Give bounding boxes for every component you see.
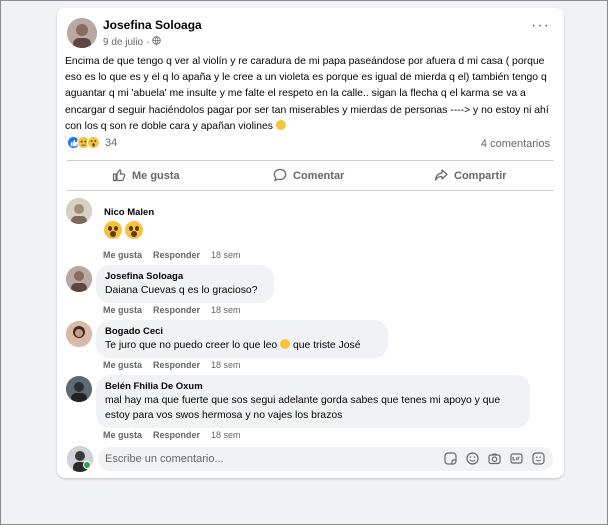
comment-button[interactable]: Comentar [273, 167, 344, 185]
comment-label: Comentar [293, 170, 345, 182]
comment-item: Nico Malen [104, 206, 154, 239]
gif-icon[interactable] [510, 452, 523, 468]
sticker-icon[interactable] [444, 452, 457, 468]
comment-time[interactable]: 18 sem [211, 250, 241, 260]
comment-time[interactable]: 18 sem [211, 305, 241, 315]
comment-input-placeholder: Escribe un comentario... [105, 453, 224, 465]
emoji-icon[interactable] [466, 452, 479, 468]
wow-icon [104, 221, 122, 239]
share-icon [434, 168, 448, 185]
divider [67, 190, 554, 191]
comment-author[interactable]: Belén Fhilia De Oxum [105, 380, 521, 393]
comment-reply-button[interactable]: Responder [153, 305, 200, 315]
comment-bubble: Belén Fhilia De Oxum mal hay ma que fuer… [96, 375, 530, 428]
comment-reply-button[interactable]: Responder [153, 250, 200, 260]
post-meta: 9 de julio · [103, 36, 162, 48]
comments-count-link[interactable]: 4 comentarios [481, 138, 550, 150]
comment-like-button[interactable]: Me gusta [103, 250, 142, 260]
comment-text-part: que triste José [292, 340, 361, 351]
camera-icon[interactable] [488, 452, 501, 468]
sticker-face-icon[interactable] [532, 452, 545, 468]
share-button[interactable]: Compartir [434, 167, 507, 185]
comment-like-button[interactable]: Me gusta [103, 360, 142, 370]
comment-reply-button[interactable]: Responder [153, 430, 200, 440]
post-text: Encima de que tengo q ver al violín y re… [65, 54, 557, 135]
comment-reply-button[interactable]: Responder [153, 360, 200, 370]
share-label: Compartir [454, 170, 507, 182]
reaction-count: 34 [105, 136, 118, 149]
like-label: Me gusta [132, 170, 180, 182]
comment-time[interactable]: 18 sem [211, 430, 241, 440]
meta-separator: · [146, 36, 150, 48]
more-options-button[interactable]: ··· [531, 18, 550, 34]
comment-actions: Me gusta Responder 18 sem [103, 430, 241, 440]
comment-like-button[interactable]: Me gusta [103, 430, 142, 440]
post-card: Josefina Soloaga 9 de julio · ··· Encima… [57, 8, 564, 478]
thumbs-up-icon [112, 168, 126, 185]
comment-time[interactable]: 18 sem [211, 360, 241, 370]
comment-actions: Me gusta Responder 18 sem [103, 305, 241, 315]
wow-icon [125, 221, 143, 239]
like-button[interactable]: Me gusta [112, 167, 180, 185]
comment-input[interactable]: Escribe un comentario... [98, 447, 553, 471]
sad-emoji-icon [280, 339, 291, 349]
post-date[interactable]: 9 de julio [103, 37, 143, 48]
comment-bubble: Bogado Ceci Te juro que no puedo creer l… [96, 320, 388, 358]
online-status-dot [83, 461, 91, 469]
comment-text: Daiana Cuevas q es lo gracioso? [105, 285, 258, 296]
comment-emoji-row [104, 221, 154, 239]
commenter-avatar[interactable] [66, 198, 92, 224]
comment-icon [273, 168, 287, 185]
wow-icon [87, 136, 100, 149]
composer-icons [444, 452, 545, 468]
comment-actions: Me gusta Responder 18 sem [103, 360, 241, 370]
post-body: Encima de que tengo q ver al violín y re… [65, 56, 549, 132]
smile-emoji-icon [275, 119, 286, 130]
comment-text: Te juro que no puedo creer lo que leo qu… [105, 338, 379, 353]
reactions-summary[interactable]: 34 [67, 136, 117, 149]
post-author-name[interactable]: Josefina Soloaga [103, 18, 202, 32]
commenter-avatar[interactable] [66, 321, 92, 347]
comment-bubble: Josefina Soloaga Daiana Cuevas q es lo g… [96, 265, 274, 303]
comment-like-button[interactable]: Me gusta [103, 305, 142, 315]
post-author-avatar[interactable] [67, 18, 97, 48]
comment-actions: Me gusta Responder 18 sem [103, 250, 241, 260]
divider [67, 160, 554, 161]
comment-text: mal hay ma que fuerte que sos segui adel… [105, 395, 501, 421]
globe-icon [152, 36, 162, 48]
commenter-avatar[interactable] [66, 376, 92, 402]
comment-author[interactable]: Josefina Soloaga [105, 270, 265, 283]
comment-author[interactable]: Nico Malen [104, 206, 154, 219]
commenter-avatar[interactable] [66, 266, 92, 292]
comment-author[interactable]: Bogado Ceci [105, 325, 379, 338]
comment-text-part: Te juro que no puedo creer lo que leo [105, 340, 278, 351]
